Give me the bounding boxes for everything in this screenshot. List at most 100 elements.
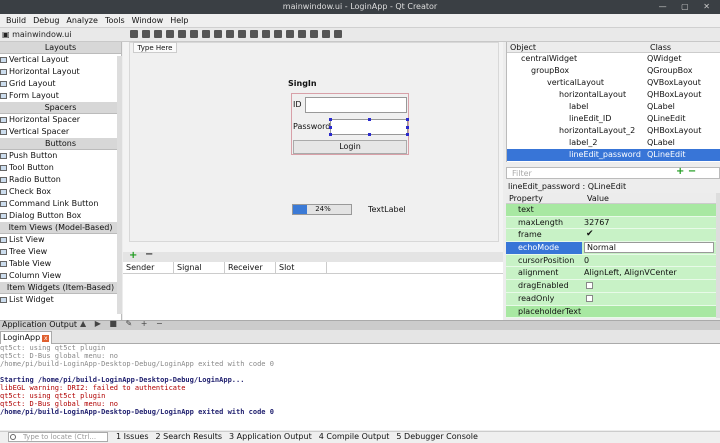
property-row[interactable]: alignment AlignLeft, AlignVCenter xyxy=(506,267,716,281)
progress-bar[interactable]: 24% xyxy=(292,204,352,215)
widget-category[interactable]: Item Widgets (Item-Based) xyxy=(0,282,121,294)
output-tab-loginapp[interactable]: LoginApp x xyxy=(0,331,53,344)
widget-item[interactable]: Dialog Button Box xyxy=(0,210,121,222)
toolbar-layout-icon[interactable] xyxy=(190,30,198,38)
menu-window[interactable]: Window xyxy=(132,16,164,25)
widget-item[interactable]: Tree View xyxy=(0,246,121,258)
toolbar-layout-icon[interactable] xyxy=(130,30,138,38)
window-controls[interactable]: — ▢ ✕ xyxy=(659,2,716,11)
object-tree-row[interactable]: horizontalLayout_2 QHBoxLayout xyxy=(507,125,720,137)
column-header-receiver[interactable]: Receiver xyxy=(225,262,276,273)
toolbar-layout-icon[interactable] xyxy=(310,30,318,38)
application-output-text[interactable]: qt5ct: using qt5ct plugin qt5ct: D-Bus gl… xyxy=(0,344,720,430)
selection-handle[interactable] xyxy=(368,133,371,136)
property-row[interactable]: placeholderText xyxy=(506,305,716,319)
widget-item[interactable]: Radio Button xyxy=(0,174,121,186)
property-value[interactable]: AlignLeft, AlignVCenter xyxy=(584,267,677,279)
menu-type-here[interactable]: Type Here xyxy=(133,42,177,53)
status-tab[interactable]: 1 Issues xyxy=(116,432,149,442)
remove-connection-icon[interactable]: − xyxy=(145,249,153,260)
locator-input[interactable]: Type to locate (Ctrl... xyxy=(8,432,108,442)
menu-tools[interactable]: Tools xyxy=(105,16,125,25)
widget-category[interactable]: Spacers xyxy=(0,102,121,114)
selection-handle[interactable] xyxy=(406,118,409,121)
property-row[interactable]: maxLength 32767 xyxy=(506,216,716,230)
widget-item[interactable]: Horizontal Layout xyxy=(0,66,121,78)
password-line-edit[interactable] xyxy=(329,118,409,136)
toolbar-layout-icon[interactable] xyxy=(334,30,342,38)
object-tree-row[interactable]: lineEdit_ID QLineEdit xyxy=(507,113,720,125)
object-tree-row[interactable]: label QLabel xyxy=(507,101,720,113)
object-tree-row[interactable]: groupBox QGroupBox xyxy=(507,65,720,77)
column-header-signal[interactable]: Signal xyxy=(174,262,225,273)
checkmark-icon[interactable]: ✔ xyxy=(586,228,594,240)
status-tab[interactable]: 4 Compile Output xyxy=(319,432,390,442)
selection-handle[interactable] xyxy=(406,133,409,136)
signin-label[interactable]: SingIn xyxy=(288,79,317,88)
menu-analyze[interactable]: Analyze xyxy=(66,16,98,25)
property-row[interactable]: text xyxy=(506,204,716,217)
login-button[interactable]: Login xyxy=(293,140,407,154)
selection-handle[interactable] xyxy=(368,118,371,121)
toolbar-layout-icon[interactable] xyxy=(202,30,210,38)
column-header-slot[interactable]: Slot xyxy=(276,262,327,273)
widget-item[interactable]: Push Button xyxy=(0,150,121,162)
widget-item[interactable]: Grid Layout xyxy=(0,78,121,90)
widget-category[interactable]: Buttons xyxy=(0,138,121,150)
toolbar-layout-icon[interactable] xyxy=(154,30,162,38)
checkbox-icon[interactable] xyxy=(586,294,593,302)
toolbar-layout-icon[interactable] xyxy=(142,30,150,38)
toolbar-layout-icon[interactable] xyxy=(274,30,282,38)
widget-item[interactable]: Form Layout xyxy=(0,90,121,102)
widget-category[interactable]: Item Views (Model-Based) xyxy=(0,222,121,234)
password-label[interactable]: Password xyxy=(293,122,330,131)
id-label[interactable]: ID xyxy=(293,100,302,109)
object-column-header[interactable]: Object xyxy=(507,42,647,52)
status-tab[interactable]: 5 Debugger Console xyxy=(396,432,478,442)
toolbar-layout-icon[interactable] xyxy=(322,30,330,38)
property-row[interactable]: echoMode Normal xyxy=(506,242,716,255)
toolbar-layout-icon[interactable] xyxy=(166,30,174,38)
toolbar-layout-icon[interactable] xyxy=(250,30,258,38)
toolbar-layout-icon[interactable] xyxy=(178,30,186,38)
add-connection-icon[interactable]: + xyxy=(129,250,137,261)
close-icon[interactable]: x xyxy=(42,335,50,342)
widget-item[interactable]: Table View xyxy=(0,258,121,270)
widget-category[interactable]: Layouts xyxy=(0,42,121,54)
toolbar-layout-icon[interactable] xyxy=(214,30,222,38)
widget-item[interactable]: Horizontal Spacer xyxy=(0,114,121,126)
class-column-header[interactable]: Class xyxy=(647,42,671,52)
widget-item[interactable]: Command Link Button xyxy=(0,198,121,210)
menu-help[interactable]: Help xyxy=(170,16,188,25)
layout-toolbar-icons[interactable] xyxy=(130,30,346,38)
object-tree-row[interactable]: horizontalLayout QHBoxLayout xyxy=(507,89,720,101)
property-value[interactable]: 32767 xyxy=(584,217,609,229)
widget-box-scrollbar[interactable] xyxy=(117,56,122,314)
toolbar-layout-icon[interactable] xyxy=(298,30,306,38)
toolbar-layout-icon[interactable] xyxy=(262,30,270,38)
property-editor-scrollbar[interactable] xyxy=(716,193,720,318)
text-label[interactable]: TextLabel xyxy=(368,205,406,214)
signal-slot-table[interactable] xyxy=(123,274,503,320)
property-row[interactable]: dragEnabled xyxy=(506,280,716,293)
value-column-header[interactable]: Value xyxy=(584,193,609,203)
widget-item[interactable]: List View xyxy=(0,234,121,246)
echo-mode-combo[interactable]: Normal xyxy=(584,242,714,254)
widget-item[interactable]: Tool Button xyxy=(0,162,121,174)
selection-handle[interactable] xyxy=(329,118,332,121)
property-add-remove[interactable]: + − xyxy=(676,166,696,177)
selection-handle[interactable] xyxy=(329,133,332,136)
property-row[interactable]: frame ✔ xyxy=(506,228,716,243)
property-value[interactable]: 0 xyxy=(584,255,589,267)
property-row[interactable]: cursorPosition 0 xyxy=(506,254,716,268)
widget-item[interactable]: Vertical Spacer xyxy=(0,126,121,138)
object-tree-row[interactable]: label_2 QLabel xyxy=(507,137,720,149)
selection-handle[interactable] xyxy=(329,126,332,129)
widget-item[interactable]: Column View xyxy=(0,270,121,282)
toolbar-layout-icon[interactable] xyxy=(226,30,234,38)
column-header-sender[interactable]: Sender xyxy=(123,262,174,273)
widget-item[interactable]: List Widget xyxy=(0,294,121,306)
status-tab[interactable]: 3 Application Output xyxy=(229,432,312,442)
widget-item[interactable]: Vertical Layout xyxy=(0,54,121,66)
status-tab[interactable]: 2 Search Results xyxy=(156,432,223,442)
